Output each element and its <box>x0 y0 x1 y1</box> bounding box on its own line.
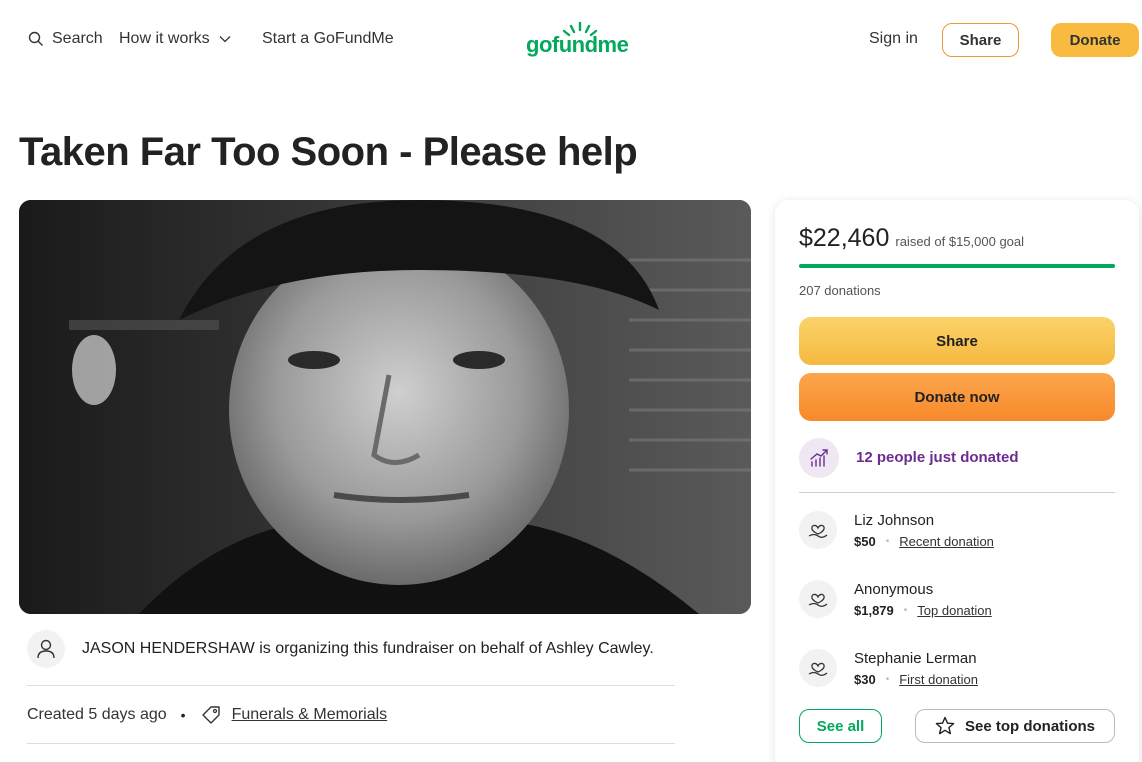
recent-donations-text: 12 people just donated <box>856 449 1019 466</box>
category-link[interactable]: Funerals & Memorials <box>232 706 388 724</box>
donor-name: Stephanie Lerman <box>854 649 977 667</box>
donor-tag-link[interactable]: Top donation <box>917 603 991 618</box>
recent-activity: 12 people just donated <box>799 437 1115 493</box>
donor-item: Liz Johnson $50 • Recent donation <box>799 505 1115 555</box>
organizer-avatar <box>27 629 65 668</box>
donor-item: Stephanie Lerman $30 • First donation <box>799 643 1115 693</box>
portrait-image <box>19 200 751 614</box>
trending-icon-badge <box>799 437 839 478</box>
meta-separator: • <box>180 706 186 723</box>
how-it-works-label: How it works <box>119 30 210 47</box>
share-button[interactable]: Share <box>799 317 1115 365</box>
campaign-meta: Created 5 days ago • Funerals & Memorial… <box>27 700 675 744</box>
raised-summary: $22,460 raised of $15,000 goal <box>799 224 1024 253</box>
see-top-donations-label: See top donations <box>964 717 1095 735</box>
donor-avatar <box>799 649 837 687</box>
donor-detail: $30 • First donation <box>854 672 978 687</box>
donor-info: Stephanie Lerman $30 • First donation <box>854 650 978 687</box>
star-icon <box>935 716 955 735</box>
organizer-text: JASON HENDERSHAW is organizing this fund… <box>82 639 654 657</box>
trending-up-icon <box>810 448 828 467</box>
see-top-donations-button[interactable]: See top donations <box>915 709 1115 743</box>
see-all-button[interactable]: See all <box>799 709 882 743</box>
donor-avatar <box>799 580 837 618</box>
donor-avatar <box>799 511 837 549</box>
donations-count: 207 donations <box>799 283 881 298</box>
user-icon <box>37 639 55 658</box>
raised-goal: raised of $15,000 goal <box>895 234 1025 249</box>
created-text: Created 5 days ago <box>27 705 167 723</box>
logo-text: gofundme <box>526 32 629 57</box>
start-gofundme-link[interactable]: Start a GoFundMe <box>262 30 394 48</box>
donor-amount: $50 <box>854 533 876 549</box>
donor-info: Anonymous $1,879 • Top donation <box>854 581 992 618</box>
campaign-photo <box>19 200 751 614</box>
donor-amount: $30 <box>854 671 876 687</box>
donor-info: Liz Johnson $50 • Recent donation <box>854 512 994 549</box>
tag-icon <box>201 705 220 724</box>
donor-separator: • <box>903 604 908 616</box>
search-icon <box>28 31 43 46</box>
donor-name: Anonymous <box>854 580 934 598</box>
chevron-down-icon <box>219 36 231 43</box>
progress-fill <box>799 264 1115 268</box>
header-share-button[interactable]: Share <box>942 23 1019 57</box>
gofundme-logo[interactable]: gofundme <box>526 20 634 60</box>
organizer-row: JASON HENDERSHAW is organizing this fund… <box>27 629 675 686</box>
donor-detail: $1,879 • Top donation <box>854 603 992 618</box>
donation-card: $22,460 raised of $15,000 goal 207 donat… <box>775 200 1139 762</box>
donate-now-button[interactable]: Donate now <box>799 373 1115 421</box>
how-it-works-menu[interactable]: How it works <box>119 30 232 48</box>
donor-tag-link[interactable]: Recent donation <box>899 534 994 549</box>
donor-name: Liz Johnson <box>854 511 935 529</box>
search-button[interactable]: Search <box>28 30 103 48</box>
header-donate-button[interactable]: Donate <box>1051 23 1139 57</box>
progress-bar <box>799 264 1115 268</box>
donor-amount: $1,879 <box>854 602 894 618</box>
donor-item: Anonymous $1,879 • Top donation <box>799 574 1115 624</box>
donor-separator: • <box>885 535 890 547</box>
sign-in-link[interactable]: Sign in <box>869 30 918 48</box>
top-nav: Search How it works Start a GoFundMe gof… <box>0 0 1142 80</box>
search-label: Search <box>52 30 103 47</box>
raised-amount: $22,460 <box>799 224 890 252</box>
heart-hand-icon <box>808 593 828 607</box>
heart-hand-icon <box>808 524 828 538</box>
heart-hand-icon <box>808 662 828 676</box>
category-tag[interactable]: Funerals & Memorials <box>200 704 388 726</box>
donor-separator: • <box>885 673 890 685</box>
donor-detail: $50 • Recent donation <box>854 534 994 549</box>
donor-tag-link[interactable]: First donation <box>899 672 978 687</box>
page-title: Taken Far Too Soon - Please help <box>19 130 638 174</box>
